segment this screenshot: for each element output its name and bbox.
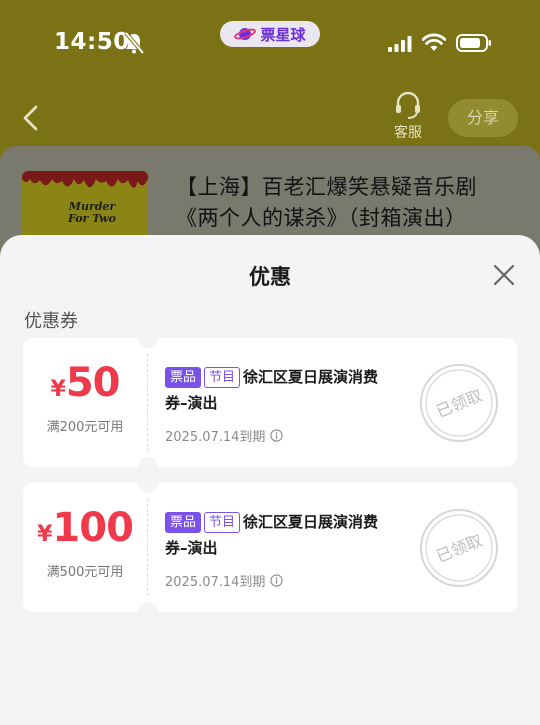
- customer-service-button[interactable]: 客服: [388, 90, 428, 142]
- coupon-value: 100: [52, 505, 133, 551]
- ticket-tag: 票品: [165, 367, 202, 388]
- customer-service-label: 客服: [394, 125, 422, 141]
- claimed-stamp-text: 已领取: [433, 386, 485, 422]
- coupon-expiry-text: 2025.07.14到期: [165, 575, 266, 590]
- status-time: 14:50: [54, 29, 130, 55]
- wifi-icon: [422, 33, 446, 51]
- nav-bar: 客服 分享: [0, 88, 540, 146]
- coupon-name-line1: 徐汇区夏日展演消费: [243, 368, 379, 386]
- program-tag: 节目: [204, 512, 241, 533]
- info-icon[interactable]: [270, 429, 284, 442]
- coupon-notch: [138, 602, 158, 622]
- coupon-name-line1: 徐汇区夏日展演消费: [243, 513, 379, 531]
- claimed-stamp-text: 已领取: [433, 531, 485, 567]
- coupon-condition: 满200元可用: [46, 420, 124, 435]
- bell-muted-icon: [124, 32, 144, 54]
- coupon-divider: [147, 499, 148, 596]
- sheet-title: 优惠: [249, 265, 291, 289]
- coupon-value: 50: [65, 360, 121, 406]
- share-button[interactable]: 分享: [448, 99, 518, 137]
- battery-icon: [456, 34, 491, 52]
- headset-icon: [396, 91, 420, 119]
- claimed-stamp-icon: 已领取: [420, 364, 498, 442]
- coupon-name-line2: 券–演出: [165, 539, 218, 557]
- coupon-info: 票品 节目 徐汇区夏日展演消费 券–演出: [165, 364, 410, 416]
- coupon-name-line2: 券–演出: [165, 394, 218, 412]
- coupon-notch: [138, 473, 158, 493]
- app-name: 票星球: [260, 25, 306, 44]
- discount-sheet: 优惠 优惠券 ¥50 满200元可用 票品 节目 徐汇区夏日展演消费 券–演出 20…: [0, 235, 540, 725]
- coupon-card[interactable]: ¥50 满200元可用 票品 节目 徐汇区夏日展演消费 券–演出 2025.07.1…: [23, 328, 517, 477]
- poster-blood-drip: [22, 171, 148, 188]
- currency-symbol: ¥: [37, 522, 53, 547]
- back-chevron-icon[interactable]: [20, 104, 42, 132]
- show-title: 【上海】百老汇爆笑悬疑音乐剧《两个人的谋杀》（封箱演出）: [176, 175, 477, 230]
- cellular-signal-icon: [388, 36, 412, 52]
- currency-symbol: ¥: [50, 377, 66, 402]
- poster-title: Murder For Two: [68, 200, 116, 225]
- coupon-expiry: 2025.07.14到期: [165, 426, 284, 445]
- coupon-expiry: 2025.07.14到期: [165, 571, 284, 590]
- ticket-tag: 票品: [165, 512, 202, 533]
- coupon-condition: 满500元可用: [46, 565, 124, 580]
- app-indicator-pill[interactable]: 票星球: [220, 21, 320, 47]
- program-tag: 节目: [204, 367, 241, 388]
- coupon-expiry-text: 2025.07.14到期: [165, 430, 266, 445]
- info-icon[interactable]: [270, 574, 284, 587]
- coupon-amount: ¥50: [23, 360, 147, 406]
- claimed-stamp-icon: 已领取: [420, 509, 498, 587]
- coupon-amount: ¥100: [23, 505, 147, 551]
- coupon-card[interactable]: ¥100 满500元可用 票品 节目 徐汇区夏日展演消费 券–演出 2025.07.…: [23, 473, 517, 622]
- coupon-divider: [147, 354, 148, 451]
- planet-logo-icon: [234, 28, 257, 40]
- coupon-section-label: 优惠券: [24, 311, 78, 332]
- close-icon[interactable]: [492, 263, 516, 287]
- coupon-info: 票品 节目 徐汇区夏日展演消费 券–演出: [165, 509, 410, 561]
- status-bar: 14:50 票星球: [0, 0, 540, 88]
- coupon-notch: [138, 328, 158, 348]
